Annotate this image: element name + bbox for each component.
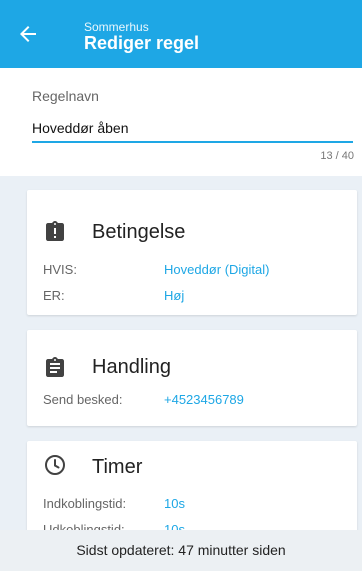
condition-is-value[interactable]: Høj [164,288,184,303]
action-card[interactable]: Handling Send besked: +4523456789 [27,330,357,426]
character-counter: 13 / 40 [320,150,354,162]
condition-if-label: HVIS: [43,262,77,277]
rule-name-form: Regelnavn 13 / 40 [0,68,362,176]
timer-on-value[interactable]: 10s [164,496,185,511]
back-arrow-icon[interactable] [16,22,40,46]
action-send-label: Send besked: [43,392,123,407]
condition-if-value[interactable]: Hoveddør (Digital) [164,262,269,277]
rule-name-label: Regelnavn [32,88,99,104]
rule-content[interactable]: Betingelse HVIS: Hoveddør (Digital) ER: … [0,176,362,571]
rule-name-input[interactable] [32,119,353,143]
alert-clipboard-icon [46,221,64,241]
clock-icon [45,455,65,475]
app-bar: Sommerhus Rediger regel [0,0,362,68]
timer-on-label: Indkoblingstid: [43,496,127,511]
last-updated-status: Sidst opdateret: 47 minutter siden [0,530,362,571]
clipboard-list-icon [46,357,64,377]
app-bar-subtitle: Sommerhus [84,20,149,34]
action-send-value[interactable]: +4523456789 [164,392,244,407]
condition-title: Betingelse [92,221,186,243]
action-title: Handling [92,356,171,378]
condition-is-label: ER: [43,288,65,303]
page-title: Rediger regel [84,33,200,53]
timer-title: Timer [92,456,143,478]
condition-card[interactable]: Betingelse HVIS: Hoveddør (Digital) ER: … [27,190,357,315]
